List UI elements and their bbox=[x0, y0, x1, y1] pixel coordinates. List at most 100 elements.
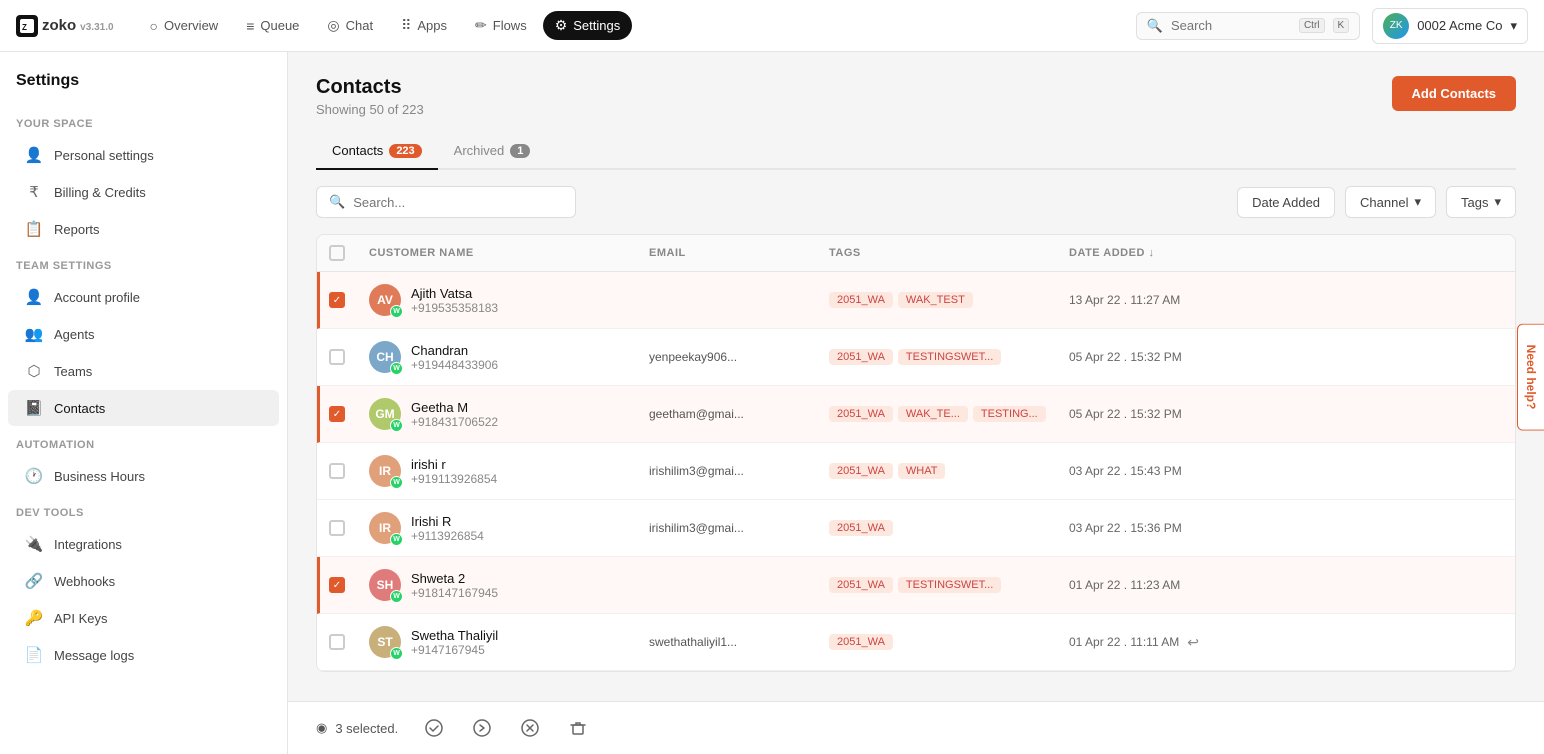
app-name: zoko bbox=[42, 17, 76, 34]
sidebar-item-contacts[interactable]: 📓 Contacts bbox=[8, 390, 279, 426]
contacts-search-input[interactable] bbox=[353, 195, 553, 210]
contact-name-3: Geetha M bbox=[411, 400, 498, 415]
row-checkbox-2[interactable] bbox=[329, 349, 369, 365]
contact-tags-5: 2051_WA bbox=[829, 520, 1069, 536]
kbd-k: K bbox=[1333, 18, 1350, 33]
tag: 2051_WA bbox=[829, 577, 893, 593]
search-filter-icon: 🔍 bbox=[329, 194, 345, 210]
sidebar-section-your-space: YOUR SPACE bbox=[0, 106, 287, 136]
sidebar-item-webhooks[interactable]: 🔗 Webhooks bbox=[8, 563, 279, 599]
row-action-icon-7[interactable]: ↩ bbox=[1187, 634, 1199, 651]
global-search[interactable]: 🔍 Ctrl K bbox=[1136, 12, 1360, 40]
nav-apps-label: Apps bbox=[417, 18, 447, 33]
row-checkbox-7[interactable] bbox=[329, 634, 369, 650]
reports-icon: 📋 bbox=[24, 220, 44, 238]
contact-name-7: Swetha Thaliyil bbox=[411, 628, 498, 643]
tag: TESTINGSWET... bbox=[898, 577, 1001, 593]
chat-icon: ◎ bbox=[327, 17, 339, 34]
teams-icon: ⬡ bbox=[24, 362, 44, 380]
nav-flows[interactable]: ✏ Flows bbox=[463, 11, 539, 40]
sidebar-item-agents[interactable]: 👥 Agents bbox=[8, 316, 279, 352]
th-tags: TAGS bbox=[829, 245, 1069, 261]
nav-settings-label: Settings bbox=[573, 18, 620, 33]
tab-archived-badge: 1 bbox=[510, 144, 530, 158]
workspace-switcher[interactable]: ZK 0002 Acme Co ▾ bbox=[1372, 8, 1528, 44]
contacts-search[interactable]: 🔍 bbox=[316, 186, 576, 218]
tab-archived-label: Archived bbox=[454, 143, 505, 158]
contact-cell-1: AV W Ajith Vatsa +919535358183 bbox=[369, 284, 649, 316]
nav-chat[interactable]: ◎ Chat bbox=[315, 11, 385, 40]
nav-settings[interactable]: ⚙ Settings bbox=[543, 11, 633, 40]
sidebar: Settings YOUR SPACE 👤 Personal settings … bbox=[0, 52, 288, 754]
tab-contacts[interactable]: Contacts 223 bbox=[316, 133, 438, 170]
contact-phone-6: +918147167945 bbox=[411, 586, 498, 600]
th-email: EMAIL bbox=[649, 245, 829, 261]
add-contacts-button[interactable]: Add Contacts bbox=[1392, 76, 1517, 111]
tag: TESTING... bbox=[973, 406, 1046, 422]
bottom-action-forward[interactable] bbox=[466, 712, 498, 744]
tag: 2051_WA bbox=[829, 634, 893, 650]
overview-icon: ○ bbox=[150, 18, 158, 34]
sidebar-label-webhooks: Webhooks bbox=[54, 574, 115, 589]
row-checkbox-1[interactable]: ✓ bbox=[329, 292, 369, 308]
sidebar-section-team-settings: TEAM SETTINGS bbox=[0, 248, 287, 278]
row-checkbox-6[interactable]: ✓ bbox=[329, 577, 369, 593]
filters-row: 🔍 Date Added Channel ▾ Tags ▾ bbox=[316, 186, 1516, 218]
nav-queue[interactable]: ≡ Queue bbox=[234, 12, 311, 40]
search-icon: 🔍 bbox=[1147, 18, 1163, 34]
sidebar-item-integrations[interactable]: 🔌 Integrations bbox=[8, 526, 279, 562]
bottom-action-check[interactable] bbox=[418, 712, 450, 744]
sidebar-item-teams[interactable]: ⬡ Teams bbox=[8, 353, 279, 389]
th-customer-name: CUSTOMER NAME bbox=[369, 245, 649, 261]
whatsapp-icon-7: W bbox=[390, 647, 403, 660]
sidebar-item-business-hours[interactable]: 🕐 Business Hours bbox=[8, 458, 279, 494]
sidebar-item-message-logs[interactable]: 📄 Message logs bbox=[8, 637, 279, 673]
contact-date-1: 13 Apr 22 . 11:27 AM bbox=[1069, 293, 1269, 307]
contact-tags-3: 2051_WA WAK_TE... TESTING... bbox=[829, 406, 1069, 422]
topnav-right: 🔍 Ctrl K ZK 0002 Acme Co ▾ bbox=[1136, 8, 1528, 44]
table-row: ✓ AV W Ajith Vatsa +919535358183 2051_WA… bbox=[317, 272, 1515, 329]
nav-apps[interactable]: ⠿ Apps bbox=[389, 11, 459, 40]
sidebar-label-account-profile: Account profile bbox=[54, 290, 140, 305]
contact-name-5: Irishi R bbox=[411, 514, 484, 529]
contact-phone-7: +9147167945 bbox=[411, 643, 498, 657]
table-row: ST W Swetha Thaliyil +9147167945 swethat… bbox=[317, 614, 1515, 671]
sidebar-item-api-keys[interactable]: 🔑 API Keys bbox=[8, 600, 279, 636]
search-input[interactable] bbox=[1171, 18, 1291, 33]
help-widget[interactable]: Need help? bbox=[1517, 324, 1544, 431]
check-circle-icon bbox=[424, 718, 444, 738]
close-circle-icon bbox=[520, 718, 540, 738]
topnav-items: ○ Overview ≡ Queue ◎ Chat ⠿ Apps ✏ Flows… bbox=[138, 11, 1136, 40]
contact-tags-7: 2051_WA bbox=[829, 634, 1069, 650]
tag: WAK_TEST bbox=[898, 292, 973, 308]
whatsapp-icon-5: W bbox=[390, 533, 403, 546]
nav-chat-label: Chat bbox=[346, 18, 373, 33]
tab-archived[interactable]: Archived 1 bbox=[438, 133, 547, 170]
avatar-6: SH W bbox=[369, 569, 401, 601]
bottom-action-delete[interactable] bbox=[562, 712, 594, 744]
tags-filter[interactable]: Tags ▾ bbox=[1446, 186, 1516, 218]
avatar-4: IR W bbox=[369, 455, 401, 487]
date-added-filter-label: Date Added bbox=[1252, 195, 1320, 210]
sidebar-item-personal-settings[interactable]: 👤 Personal settings bbox=[8, 137, 279, 173]
contact-tags-6: 2051_WA TESTINGSWET... bbox=[829, 577, 1069, 593]
contact-phone-2: +919448433906 bbox=[411, 358, 498, 372]
workspace-chevron-icon: ▾ bbox=[1510, 18, 1517, 34]
date-added-filter[interactable]: Date Added bbox=[1237, 187, 1335, 218]
sidebar-item-billing-credits[interactable]: ₹ Billing & Credits bbox=[8, 174, 279, 210]
row-checkbox-3[interactable]: ✓ bbox=[329, 406, 369, 422]
table-row: IR W irishi r +919113926854 irishilim3@g… bbox=[317, 443, 1515, 500]
sidebar-item-reports[interactable]: 📋 Reports bbox=[8, 211, 279, 247]
select-all-checkbox[interactable] bbox=[329, 245, 345, 261]
row-checkbox-5[interactable] bbox=[329, 520, 369, 536]
logo-icon: Z bbox=[16, 15, 38, 37]
bottom-action-close[interactable] bbox=[514, 712, 546, 744]
logo[interactable]: Z zoko v3.31.0 bbox=[16, 15, 114, 37]
sidebar-item-account-profile[interactable]: 👤 Account profile bbox=[8, 279, 279, 315]
sidebar-label-billing-credits: Billing & Credits bbox=[54, 185, 146, 200]
nav-overview[interactable]: ○ Overview bbox=[138, 12, 231, 40]
channel-filter[interactable]: Channel ▾ bbox=[1345, 186, 1436, 218]
row-checkbox-4[interactable] bbox=[329, 463, 369, 479]
bottom-bar: ◉ 3 selected. bbox=[288, 701, 1544, 754]
queue-icon: ≡ bbox=[246, 18, 254, 34]
